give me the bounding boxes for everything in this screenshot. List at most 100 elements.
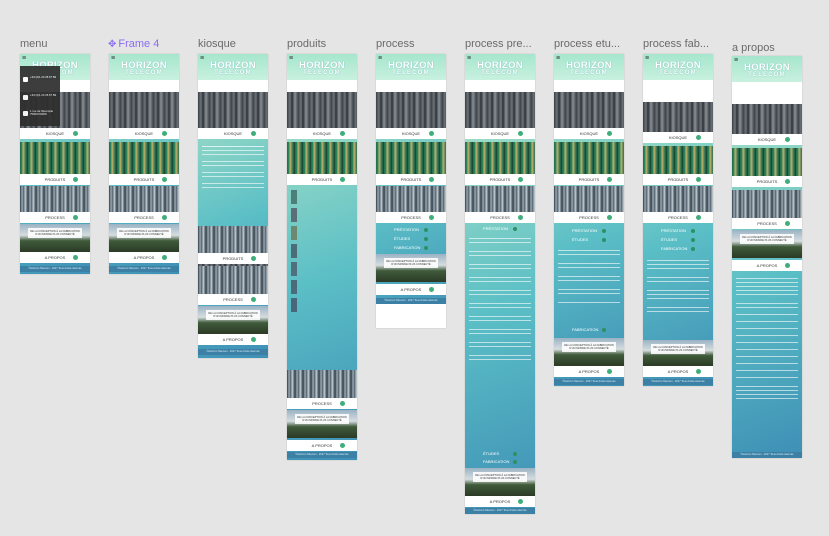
kiosque-button[interactable]: KIOSQUE xyxy=(20,128,90,139)
produits-button[interactable]: PRODUITS xyxy=(376,174,446,185)
frame-label-process-fab[interactable]: process fab... xyxy=(643,38,709,50)
arrow-icon xyxy=(340,401,345,406)
step-etudes[interactable]: ÉTUDES xyxy=(572,236,606,243)
produits-button[interactable]: PRODUITS xyxy=(732,176,802,187)
kiosque-button[interactable]: KIOSQUE xyxy=(465,128,535,139)
frame-process-etudes[interactable]: ≡ HORIZON TELECOM KIOSQUE PRODUITS PROCE… xyxy=(554,54,624,386)
frame-label-process-etu[interactable]: process etu... xyxy=(554,38,620,50)
kiosque-button[interactable]: KIOSQUE xyxy=(376,128,446,139)
menu-item-address[interactable]: 1 rue de l'Exemple 75000 PARIS xyxy=(22,108,58,122)
footer: ©Horizon Telecom - 2017 Tous droits rése… xyxy=(109,266,179,272)
a-propos-button[interactable]: A PROPOS xyxy=(554,366,624,377)
process-button[interactable]: PROCESS xyxy=(287,398,357,409)
process-button[interactable]: PROCESS xyxy=(554,212,624,223)
menu-item-fax[interactable]: +33 (0)1 23 45 67 89 xyxy=(22,92,58,106)
photo-machine xyxy=(198,226,268,256)
etudes-details xyxy=(558,246,620,316)
process-button[interactable]: PROCESS xyxy=(376,212,446,223)
frame-label-a-propos[interactable]: a propos xyxy=(732,42,775,54)
process-button[interactable]: PROCESS xyxy=(732,218,802,229)
frame-kiosque[interactable]: ≡ HORIZON TELECOM KIOSQUE PRODUITS PROCE… xyxy=(198,54,268,358)
process-button[interactable]: PROCESS xyxy=(109,212,179,223)
process-button[interactable]: PROCESS xyxy=(643,212,713,223)
frame-label-produits[interactable]: produits xyxy=(287,38,326,50)
a-propos-button[interactable]: A PROPOS xyxy=(376,284,446,295)
process-button[interactable]: PROCESS xyxy=(20,212,90,223)
step-prestation[interactable]: PRÉSTATION xyxy=(394,226,428,233)
step-etudes[interactable]: ÉTUDES xyxy=(394,235,428,242)
frame-label-frame4[interactable]: ✥ Frame 4 xyxy=(108,38,159,50)
a-propos-button[interactable]: A PROPOS xyxy=(20,252,90,263)
a-propos-button[interactable]: A PROPOS xyxy=(732,260,802,271)
frame-label-menu[interactable]: menu xyxy=(20,38,48,50)
step-etudes[interactable]: ÉTUDES xyxy=(483,450,517,457)
site-header: ≡ HORIZON TELECOM xyxy=(109,54,179,80)
frame-process-prestation[interactable]: ≡ HORIZON TELECOM KIOSQUE PRODUITS PROCE… xyxy=(465,54,535,514)
footer: ©Horizon Telecom - 2017 Tous droits rése… xyxy=(20,266,90,272)
arrow-icon xyxy=(251,256,256,261)
frame-label-text: process etu... xyxy=(554,38,621,50)
step-prestation[interactable]: PRÉSTATION xyxy=(483,225,517,232)
produits-button[interactable]: PRODUITS xyxy=(643,174,713,185)
arrow-icon xyxy=(518,215,523,220)
step-label: FABRICATION xyxy=(661,246,688,251)
a-propos-button[interactable]: A PROPOS xyxy=(109,252,179,263)
button-label: PROCESS xyxy=(401,215,421,220)
kiosque-button[interactable]: KIOSQUE xyxy=(732,134,802,145)
frame-menu[interactable]: ≡ HORIZON TELECOM KIOSQUE PRODUITS PROCE… xyxy=(20,54,90,274)
produits-button[interactable]: PRODUITS xyxy=(554,174,624,185)
a-propos-text xyxy=(736,274,798,450)
slogan-caption: DE LA CONCEPTION À LA FABRICATION D'UN M… xyxy=(562,342,616,352)
kiosque-button[interactable]: KIOSQUE xyxy=(109,128,179,139)
footer: ©Horizon Telecom - 2017 Tous droits rése… xyxy=(643,379,713,385)
arrow-icon xyxy=(518,131,523,136)
step-fabrication[interactable]: FABRICATION xyxy=(394,244,428,251)
kiosque-button[interactable]: KIOSQUE xyxy=(643,132,713,143)
frame-a-propos[interactable]: ≡ HORIZON TELECOM KIOSQUE PRODUITS PROCE… xyxy=(732,56,802,458)
frame-produits[interactable]: ≡ HORIZON TELECOM KIOSQUE PRODUITS PROCE… xyxy=(287,54,357,460)
site-header: ≡ HORIZON TELECOM xyxy=(287,54,357,80)
step-fabrication[interactable]: FABRICATION xyxy=(483,458,517,465)
a-propos-button[interactable]: A PROPOS xyxy=(643,366,713,377)
photo-circuit xyxy=(376,142,446,174)
frame-frame4[interactable]: ≡ HORIZON TELECOM KIOSQUE PRODUITS PROCE… xyxy=(109,54,179,274)
site-header: ≡ HORIZON TELECOM xyxy=(465,54,535,80)
frame-process[interactable]: ≡ HORIZON TELECOM KIOSQUE PRODUITS PROCE… xyxy=(376,54,446,328)
produits-button[interactable]: PRODUITS xyxy=(465,174,535,185)
frame-label-process[interactable]: process xyxy=(376,38,415,50)
kiosque-button[interactable]: KIOSQUE xyxy=(198,128,268,139)
process-button[interactable]: PROCESS xyxy=(198,294,268,305)
frame-label-process-pre[interactable]: process pre... xyxy=(465,38,532,50)
button-label: KIOSQUE xyxy=(579,131,599,136)
step-fabrication[interactable]: FABRICATION xyxy=(572,326,606,333)
frame-process-fabrication[interactable]: ≡ HORIZON TELECOM KIOSQUE PRODUITS PROCE… xyxy=(643,54,713,386)
step-prestation[interactable]: PRÉSTATION xyxy=(661,227,695,234)
produits-button[interactable]: PRODUITS xyxy=(109,174,179,185)
design-canvas[interactable]: menu ✥ Frame 4 kiosque produits process p… xyxy=(0,0,829,536)
photo-servers xyxy=(643,102,713,132)
process-button[interactable]: PROCESS xyxy=(465,212,535,223)
a-propos-button[interactable]: A PROPOS xyxy=(465,496,535,507)
logo-telecom: TELECOM xyxy=(392,70,430,76)
frame-label-kiosque[interactable]: kiosque xyxy=(198,38,236,50)
a-propos-button[interactable]: A PROPOS xyxy=(198,334,268,345)
button-label: A PROPOS xyxy=(756,263,778,268)
step-prestation[interactable]: PRÉSTATION xyxy=(572,227,606,234)
button-label: PROCESS xyxy=(45,215,65,220)
produits-button[interactable]: PRODUITS xyxy=(287,174,357,185)
step-fabrication[interactable]: FABRICATION xyxy=(661,245,695,252)
frame-label-text: process pre... xyxy=(465,38,532,50)
arrow-icon xyxy=(340,131,345,136)
arrow-icon xyxy=(607,215,612,220)
produits-button[interactable]: PRODUITS xyxy=(198,253,268,264)
produits-list xyxy=(291,188,353,338)
menu-item-phone[interactable]: +33 (0)1 23 45 67 89 xyxy=(22,74,58,88)
produits-button[interactable]: PRODUITS xyxy=(20,174,90,185)
step-etudes[interactable]: ÉTUDES xyxy=(661,236,695,243)
photo-circuit xyxy=(287,142,357,174)
button-label: KIOSQUE xyxy=(401,131,421,136)
kiosque-button[interactable]: KIOSQUE xyxy=(287,128,357,139)
step-label: PRÉSTATION xyxy=(661,228,686,233)
a-propos-button[interactable]: A PROPOS xyxy=(287,440,357,451)
kiosque-button[interactable]: KIOSQUE xyxy=(554,128,624,139)
